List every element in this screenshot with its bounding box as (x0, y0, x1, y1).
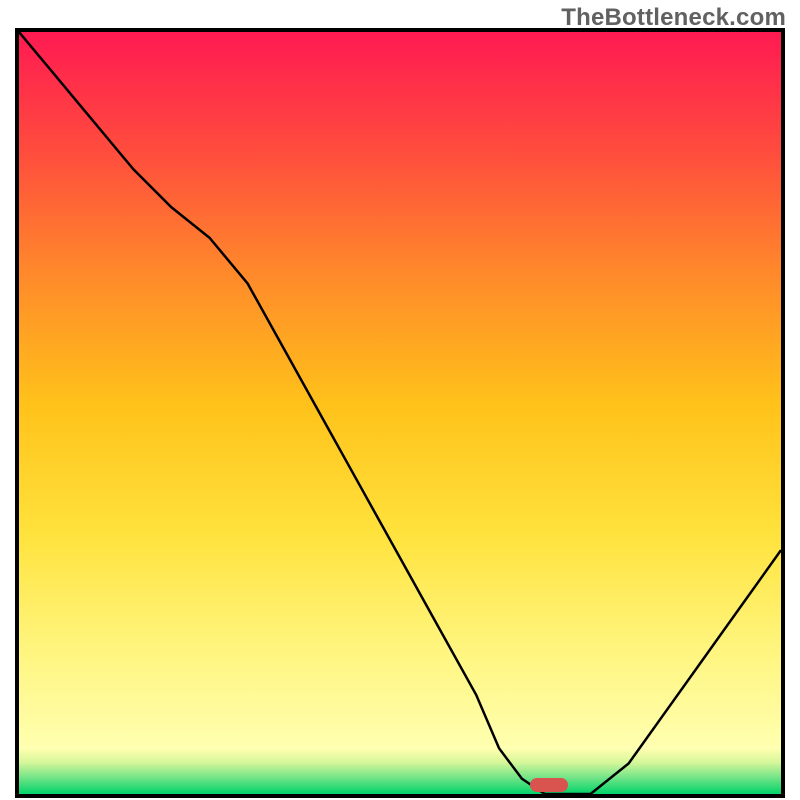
chart-frame (15, 28, 785, 798)
plot-area (19, 32, 781, 794)
bottleneck-curve (19, 32, 781, 794)
optimal-marker (530, 778, 568, 792)
